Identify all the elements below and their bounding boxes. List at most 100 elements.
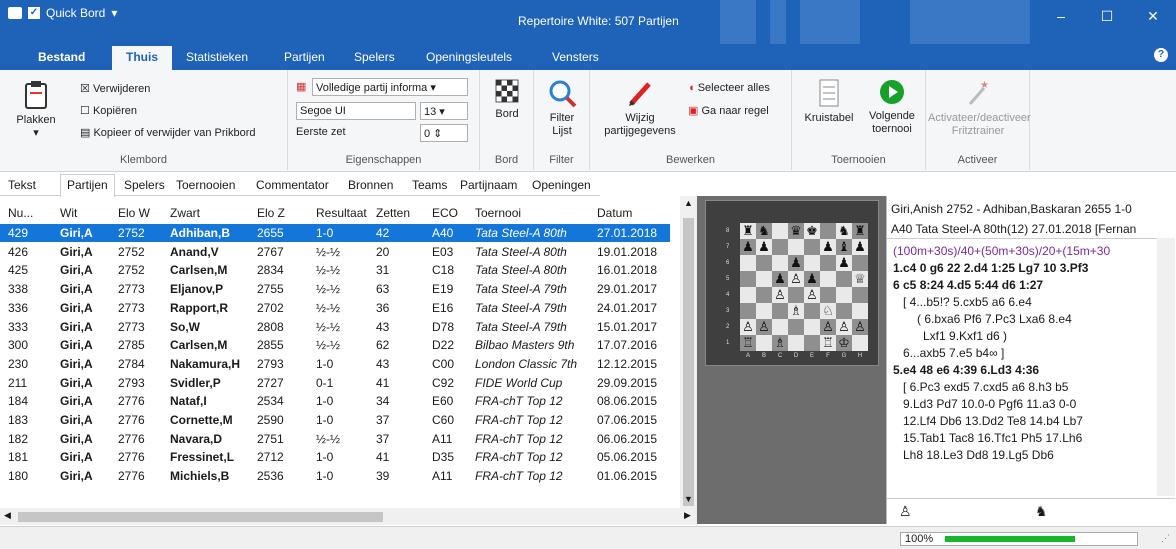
board-square[interactable] xyxy=(820,287,836,303)
board-square[interactable]: ♟ xyxy=(772,271,788,287)
crosstable-button[interactable]: Kruistabel xyxy=(798,78,860,125)
board-square[interactable]: ♙ xyxy=(788,271,804,287)
col-black[interactable]: Zwart xyxy=(170,206,200,220)
font-select[interactable]: Segoe UI xyxy=(296,102,416,120)
board-square[interactable]: ♜ xyxy=(852,223,868,239)
board-square[interactable]: ♙ xyxy=(820,319,836,335)
black-knight-icon[interactable]: ♞ xyxy=(1035,503,1048,520)
board-square[interactable]: ♙ xyxy=(852,319,868,335)
table-row[interactable]: 211 Giri,A 2793 Svidler,P 2727 0-1 41 C92 FIDE W… xyxy=(0,374,670,392)
scroll-down-icon[interactable]: ▼ xyxy=(684,494,693,504)
col-result[interactable]: Resultaat xyxy=(316,206,367,220)
board-square[interactable] xyxy=(820,271,836,287)
board-square[interactable] xyxy=(820,223,836,239)
board-square[interactable] xyxy=(788,287,804,303)
board-square[interactable] xyxy=(740,287,756,303)
minimize-button[interactable]: – xyxy=(1038,0,1084,32)
table-row[interactable]: 425 Giri,A 2752 Carlsen,M 2834 ½-½ 31 C18 Tata S… xyxy=(0,261,670,279)
board-button[interactable]: Bord xyxy=(486,78,528,121)
tab-spelers-view[interactable]: Spelers xyxy=(124,178,165,192)
col-tournament[interactable]: Toernooi xyxy=(475,206,521,220)
scroll-right-icon[interactable]: ▶ xyxy=(684,510,691,521)
board-square[interactable] xyxy=(804,319,820,335)
tab-partijen-view[interactable]: Partijen xyxy=(60,174,115,197)
board-square[interactable] xyxy=(852,335,868,351)
board-square[interactable] xyxy=(836,303,852,319)
scroll-up-icon[interactable]: ▲ xyxy=(684,198,693,208)
tab-partijen[interactable]: Partijen xyxy=(284,50,325,64)
board-square[interactable]: ♖ xyxy=(820,335,836,351)
goto-line-button[interactable]: ▣ Ga naar regel xyxy=(688,104,769,117)
quick-board-label[interactable]: Quick Bord xyxy=(46,6,105,20)
tab-toernooien-view[interactable]: Toernooien xyxy=(176,178,235,192)
table-row[interactable]: 338 Giri,A 2773 Eljanov,P 2755 ½-½ 63 E19 Tata S… xyxy=(0,280,670,298)
board-square[interactable]: ♙ xyxy=(836,319,852,335)
board-square[interactable] xyxy=(804,303,820,319)
board-square[interactable] xyxy=(852,287,868,303)
tab-bestand[interactable]: Bestand xyxy=(38,50,85,64)
col-elo-white[interactable]: Elo W xyxy=(118,206,150,220)
white-pawn-icon[interactable]: ♙ xyxy=(899,503,912,520)
delete-button[interactable]: ☒ Verwijderen xyxy=(80,82,150,95)
board-square[interactable] xyxy=(836,287,852,303)
quick-board-checkbox[interactable]: ✓ xyxy=(28,7,40,19)
board-square[interactable]: ♖ xyxy=(740,335,756,351)
board-square[interactable]: ♙ xyxy=(756,319,772,335)
variation-line[interactable]: 15.Tab1 Tac8 16.Tfc1 Ph5 17.Lh6 xyxy=(893,430,1151,447)
board-square[interactable] xyxy=(852,303,868,319)
close-button[interactable]: ✕ xyxy=(1130,0,1176,32)
help-icon[interactable]: ? xyxy=(1154,48,1168,62)
board-square[interactable] xyxy=(772,319,788,335)
move-line[interactable]: 1.c4 0 g6 22 2.d4 1:25 Lg7 10 3.Pf3 xyxy=(893,260,1151,277)
board-square[interactable]: ♟ xyxy=(788,255,804,271)
tab-commentator[interactable]: Commentator xyxy=(256,178,329,192)
col-eco[interactable]: ECO xyxy=(432,206,458,220)
board-square[interactable]: ♗ xyxy=(772,335,788,351)
board-square[interactable] xyxy=(756,335,772,351)
board-square[interactable]: ♚ xyxy=(804,223,820,239)
col-date[interactable]: Datum xyxy=(597,206,632,220)
variation-line[interactable]: Lxf1 9.Kxf1 d6 ) xyxy=(893,328,1151,345)
tab-partijnaam[interactable]: Partijnaam xyxy=(460,178,517,192)
dropdown-arrow-icon[interactable]: ▾ xyxy=(111,6,117,20)
tab-bronnen[interactable]: Bronnen xyxy=(348,178,393,192)
board-square[interactable] xyxy=(788,239,804,255)
vertical-scrollbar[interactable]: ▲ ▼ xyxy=(680,196,697,524)
board-square[interactable] xyxy=(756,303,772,319)
board-square[interactable] xyxy=(788,335,804,351)
variation-line[interactable]: ( 6.bxa6 Pf6 7.Pc3 Lxa6 8.e4 xyxy=(893,311,1151,328)
board-square[interactable]: ♟ xyxy=(852,239,868,255)
zoom-bar[interactable] xyxy=(945,536,1075,542)
scroll-left-icon[interactable]: ◀ xyxy=(4,510,11,521)
board-square[interactable]: ♙ xyxy=(772,287,788,303)
paste-button[interactable]: Plakken ▾ xyxy=(8,80,64,140)
board-square[interactable] xyxy=(740,271,756,287)
board-square[interactable]: ♕ xyxy=(852,271,868,287)
copy-button[interactable]: ☐ Kopiëren xyxy=(80,104,137,117)
board-square[interactable] xyxy=(772,255,788,271)
board-square[interactable] xyxy=(756,287,772,303)
board-square[interactable]: ♙ xyxy=(804,287,820,303)
board-square[interactable] xyxy=(804,255,820,271)
tab-spelers[interactable]: Spelers xyxy=(354,50,395,64)
edit-game-data-button[interactable]: Wijzig partijgegevens xyxy=(596,78,684,138)
horizontal-scrollbar[interactable]: ◀ ▶ xyxy=(0,508,697,525)
first-move-stepper[interactable]: 0 ⇕ xyxy=(420,124,468,142)
col-moves[interactable]: Zetten xyxy=(376,206,410,220)
board-square[interactable]: ♟ xyxy=(836,255,852,271)
font-size-select[interactable]: 13 ▾ xyxy=(420,102,468,120)
scroll-thumb[interactable] xyxy=(18,512,383,522)
board-square[interactable]: ♞ xyxy=(836,223,852,239)
board-square[interactable] xyxy=(756,271,772,287)
board-square[interactable]: ♟ xyxy=(820,239,836,255)
tab-openingsleutels[interactable]: Openingsleutels xyxy=(426,50,512,64)
board-square[interactable] xyxy=(804,239,820,255)
tab-teams[interactable]: Teams xyxy=(412,178,447,192)
table-row[interactable]: 183 Giri,A 2776 Cornette,M 2590 1-0 37 C60 FRA-c… xyxy=(0,411,670,429)
chessboard[interactable]: ♜ ♞ ♛ ♚ ♞ ♜ ♟ ♟ ♟ ♝ ♟ ♟ ♟ ♟ ♙ ♟ ♕ ♙ ♙ ♗ ♘ ♙ ♙ ♙ ♙ ♙ ♖ ♗ ♖ ♔ xyxy=(740,223,868,351)
filter-list-button[interactable]: Filter Lijst xyxy=(540,78,584,138)
table-row[interactable]: 300 Giri,A 2785 Carlsen,M 2855 ½-½ 62 D22 Bilbao… xyxy=(0,336,670,354)
board-square[interactable]: ♔ xyxy=(836,335,852,351)
variation-line[interactable]: 9.Ld3 Pd7 10.0-0 Pgf6 11.a3 0-0 xyxy=(893,396,1151,413)
board-square[interactable] xyxy=(772,239,788,255)
